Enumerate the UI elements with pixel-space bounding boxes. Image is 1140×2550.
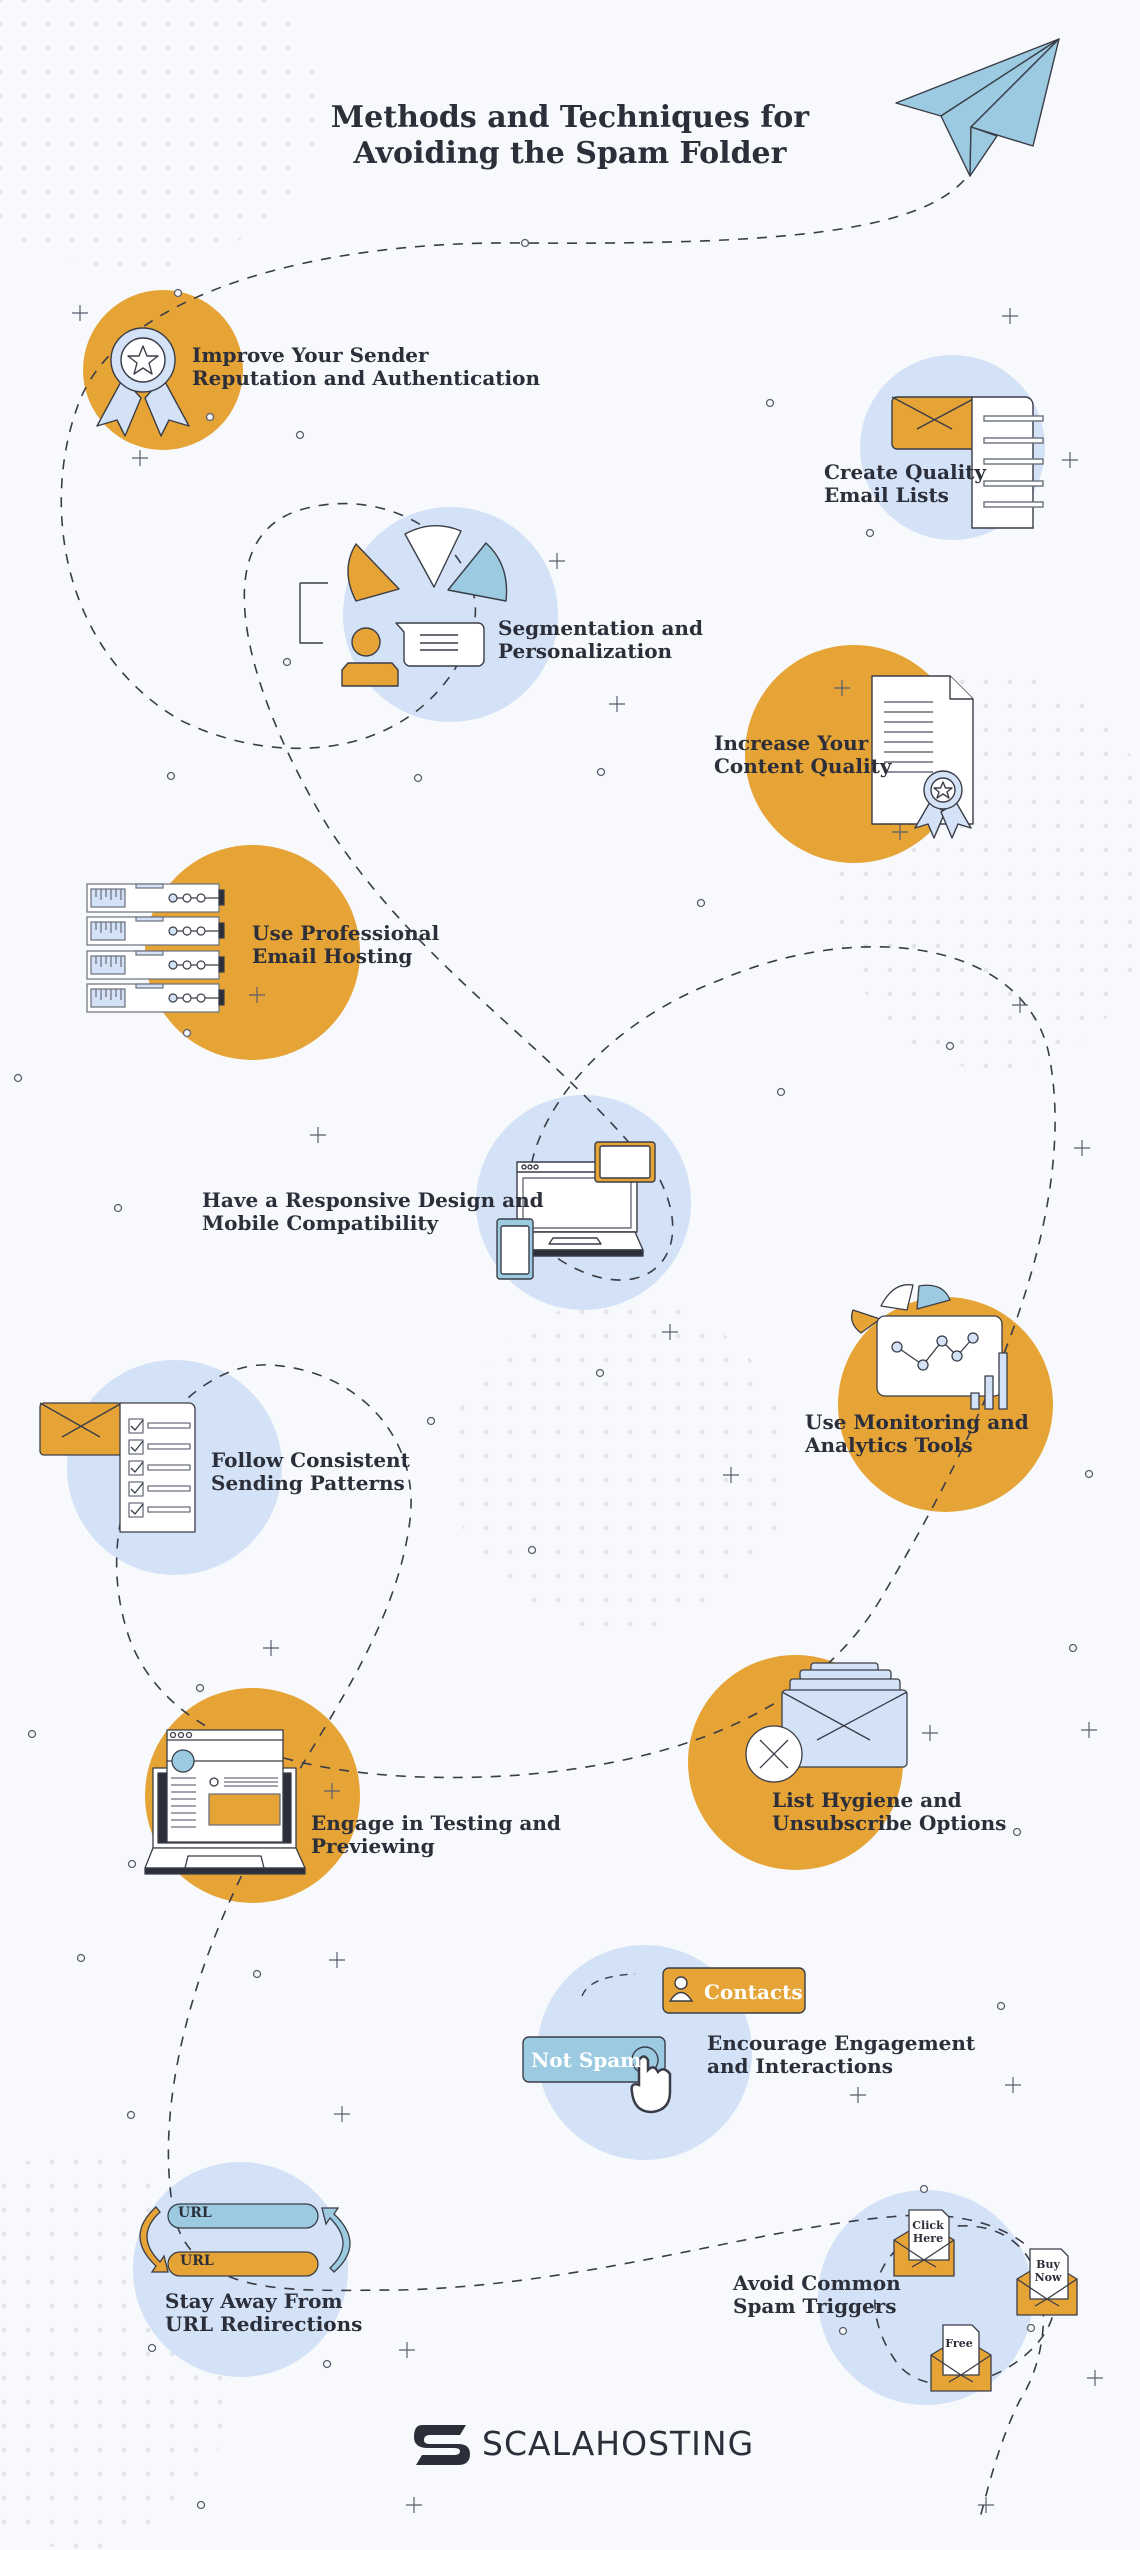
item-label: Follow Consistent Sending Patterns (211, 1448, 410, 1495)
analytics-chart-icon (850, 1284, 1008, 1410)
url-bottom-label: URL (180, 2253, 214, 2269)
url-redirect-icon (139, 2203, 351, 2277)
item-label: Increase Your Content Quality (714, 731, 892, 778)
scalahosting-logo-icon (414, 2425, 470, 2465)
contacts-button: Contacts (704, 1980, 803, 2004)
laptop-preview-icon (144, 1729, 306, 1875)
segmentation-icon (299, 525, 508, 687)
item-label: Stay Away From URL Redirections (165, 2289, 363, 2336)
server-rack-icon (86, 883, 225, 1013)
item-label: Use Monitoring and Analytics Tools (805, 1410, 1029, 1457)
award-ribbon-icon (96, 327, 190, 437)
item-label: Segmentation and Personalization (498, 616, 703, 663)
item-label: Avoid Common Spam Triggers (733, 2271, 901, 2318)
checklist-email-icon (39, 1402, 196, 1533)
item-label: Encourage Engagement and Interactions (707, 2031, 976, 2078)
item-label: Use Professional Email Hosting (252, 921, 440, 968)
item-label: Create Quality Email Lists (824, 460, 987, 507)
page-title: Methods and Techniques for Avoiding the … (330, 100, 810, 171)
item-label: Have a Responsive Design and Mobile Comp… (202, 1188, 544, 1235)
item-label: Engage in Testing and Previewing (311, 1811, 561, 1858)
brand-name: SCALAHOSTING (482, 2424, 755, 2463)
item-label: List Hygiene and Unsubscribe Options (772, 1788, 1007, 1835)
trigger-buy-now: Buy Now (1034, 2258, 1062, 2284)
url-top-label: URL (178, 2205, 212, 2221)
unsubscribe-email-icon (745, 1662, 908, 1783)
trigger-free: Free (945, 2337, 973, 2350)
item-label: Improve Your Sender Reputation and Authe… (192, 343, 540, 390)
trigger-click-here: Click Here (912, 2219, 944, 2245)
not-spam-button: Not Spam (531, 2048, 642, 2072)
